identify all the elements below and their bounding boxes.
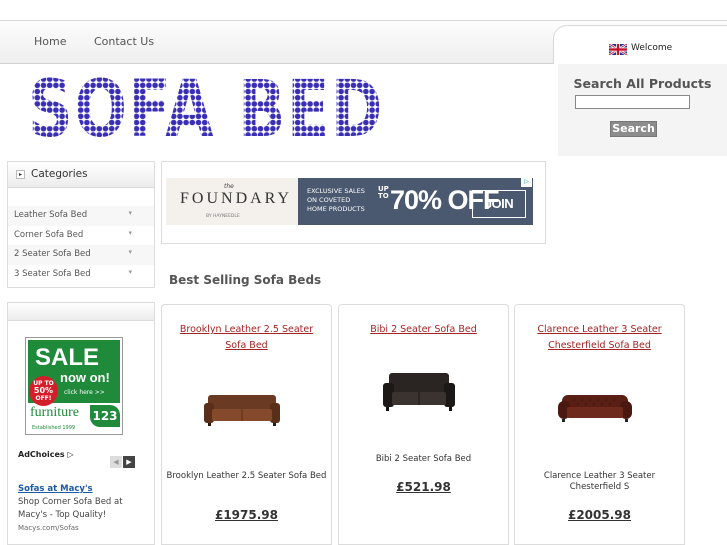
category-item-3-seater[interactable]: 3 Seater Sofa Bed ▾ (8, 265, 154, 285)
main-nav: Home Contact Us (34, 35, 178, 48)
ad-info-icon[interactable]: ▷ (521, 178, 532, 187)
search-input[interactable] (575, 95, 690, 109)
banner-line-1: EXCLUSIVE SALES (307, 187, 365, 195)
banner-brand-text: FOUNDARY (180, 190, 293, 207)
category-item-corner[interactable]: Corner Sofa Bed ▾ (8, 226, 154, 246)
categories-box: ▸ Categories Leather Sofa Bed ▾ Corner So… (7, 161, 155, 288)
adchoices-icon: ▷ (67, 450, 74, 459)
product-card: Clarence Leather 3 Seater Chesterfield S… (514, 304, 685, 545)
join-now-button[interactable]: JOIN NOW (472, 190, 526, 237)
established-text: Established 1999 (32, 425, 76, 431)
expand-arrow-icon: ▸ (16, 170, 25, 179)
category-label: Corner Sofa Bed (14, 229, 84, 240)
uk-flag-icon[interactable] (609, 44, 627, 55)
text-ad-title[interactable]: Sofas at Macy's (18, 483, 148, 496)
welcome-panel: Welcome (553, 25, 727, 65)
discount-percent: 50% (33, 386, 54, 395)
adchoices-text: AdChoices (18, 450, 65, 459)
product-caption: Clarence Leather 3 Seater Chesterfield S (543, 471, 656, 492)
text-ad-description: Shop Corner Sofa Bed at Macy's - Top Qua… (18, 497, 123, 520)
banner-by-text: BY HAYNEEDLE (206, 214, 240, 219)
banner-the-text: the (224, 183, 234, 190)
text-ad-url[interactable]: Macys.com/Sofas (18, 522, 148, 535)
furniture-brand-text: furniture (30, 405, 79, 420)
banner-up-to: UP TO (378, 185, 389, 200)
ad-nav: ◀ ▶ (110, 449, 136, 468)
discount-badge: UP TO 50% OFF! (29, 376, 58, 406)
text-ad: Sofas at Macy's Shop Corner Sofa Bed at … (18, 483, 148, 535)
product-card: Brooklyn Leather 2.5 Seater Sofa Bed Bro… (161, 304, 332, 545)
site-logo[interactable]: SOFA BED (28, 76, 388, 138)
product-price[interactable]: £521.98 (339, 480, 508, 494)
ad-next-icon[interactable]: ▶ (123, 456, 135, 468)
search-button[interactable]: Search (610, 121, 657, 137)
search-panel: Search All Products Search (558, 64, 727, 156)
nav-home-link[interactable]: Home (34, 35, 66, 48)
side-ad-header (8, 303, 154, 321)
section-title: Best Selling Sofa Beds (169, 273, 322, 287)
black-leather-sofa-image[interactable] (383, 371, 455, 413)
product-price[interactable]: £1975.98 (162, 508, 331, 522)
category-label: 3 Seater Sofa Bed (14, 268, 91, 279)
welcome-text: Welcome (631, 43, 673, 53)
chevron-down-icon: ▾ (128, 248, 132, 257)
category-list: Leather Sofa Bed ▾ Corner Sofa Bed ▾ 2 S… (8, 188, 154, 284)
product-title-link[interactable]: Brooklyn Leather 2.5 Seater Sofa Bed (162, 322, 331, 354)
banner-brand-area: the FOUNDARY BY HAYNEEDLE (166, 178, 298, 225)
product-card: Bibi 2 Seater Sofa Bed Bibi 2 Seater Sof… (338, 304, 509, 545)
sale-ad-image[interactable]: SALE now on! UP TO 50% OFF! click here >… (25, 337, 123, 435)
logo-text: SOFA BED (28, 76, 384, 138)
nav-contact-link[interactable]: Contact Us (94, 35, 154, 48)
click-here-text: click here >> (64, 389, 105, 396)
side-ad-box: SALE now on! UP TO 50% OFF! click here >… (7, 302, 155, 545)
chevron-down-icon: ▾ (128, 209, 132, 217)
chevron-down-icon: ▾ (128, 267, 132, 276)
adchoices-label[interactable]: AdChoices ▷ (18, 450, 74, 459)
brown-leather-sofa-image[interactable] (204, 393, 280, 427)
sale-text: SALE (35, 344, 100, 371)
top-nav-bar: Home Contact Us Welcome (0, 20, 727, 65)
banner-line-3: HOME PRODUCTS (307, 205, 365, 213)
search-title: Search All Products (573, 76, 712, 91)
product-price[interactable]: £2005.98 (515, 508, 684, 522)
category-label: Leather Sofa Bed (14, 210, 88, 220)
banner-exclusive-text: EXCLUSIVE SALES ON COVETED HOME PRODUCTS (307, 187, 365, 214)
product-caption: Brooklyn Leather 2.5 Seater Sofa Bed (166, 471, 327, 481)
now-on-text: now on! (60, 370, 110, 385)
category-item-2-seater[interactable]: 2 Seater Sofa Bed ▾ (8, 245, 154, 265)
ad-prev-icon[interactable]: ◀ (110, 456, 122, 468)
product-title-link[interactable]: Clarence Leather 3 Seater Chesterfield S… (515, 322, 684, 354)
categories-title: Categories (31, 168, 88, 180)
categories-header[interactable]: ▸ Categories (8, 162, 154, 188)
chesterfield-sofa-image[interactable] (558, 393, 632, 423)
foundary-banner-ad[interactable]: the FOUNDARY BY HAYNEEDLE EXCLUSIVE SALE… (166, 178, 533, 237)
product-title-link[interactable]: Bibi 2 Seater Sofa Bed (339, 322, 508, 338)
furniture-123-badge: 123 (90, 405, 120, 427)
category-label: 2 Seater Sofa Bed (14, 249, 91, 260)
category-item-leather[interactable]: Leather Sofa Bed ▾ (8, 206, 154, 226)
product-caption: Bibi 2 Seater Sofa Bed (375, 454, 472, 464)
banner-line-2: ON COVETED (307, 196, 351, 204)
chevron-down-icon: ▾ (128, 228, 132, 237)
discount-off: OFF! (35, 395, 52, 402)
